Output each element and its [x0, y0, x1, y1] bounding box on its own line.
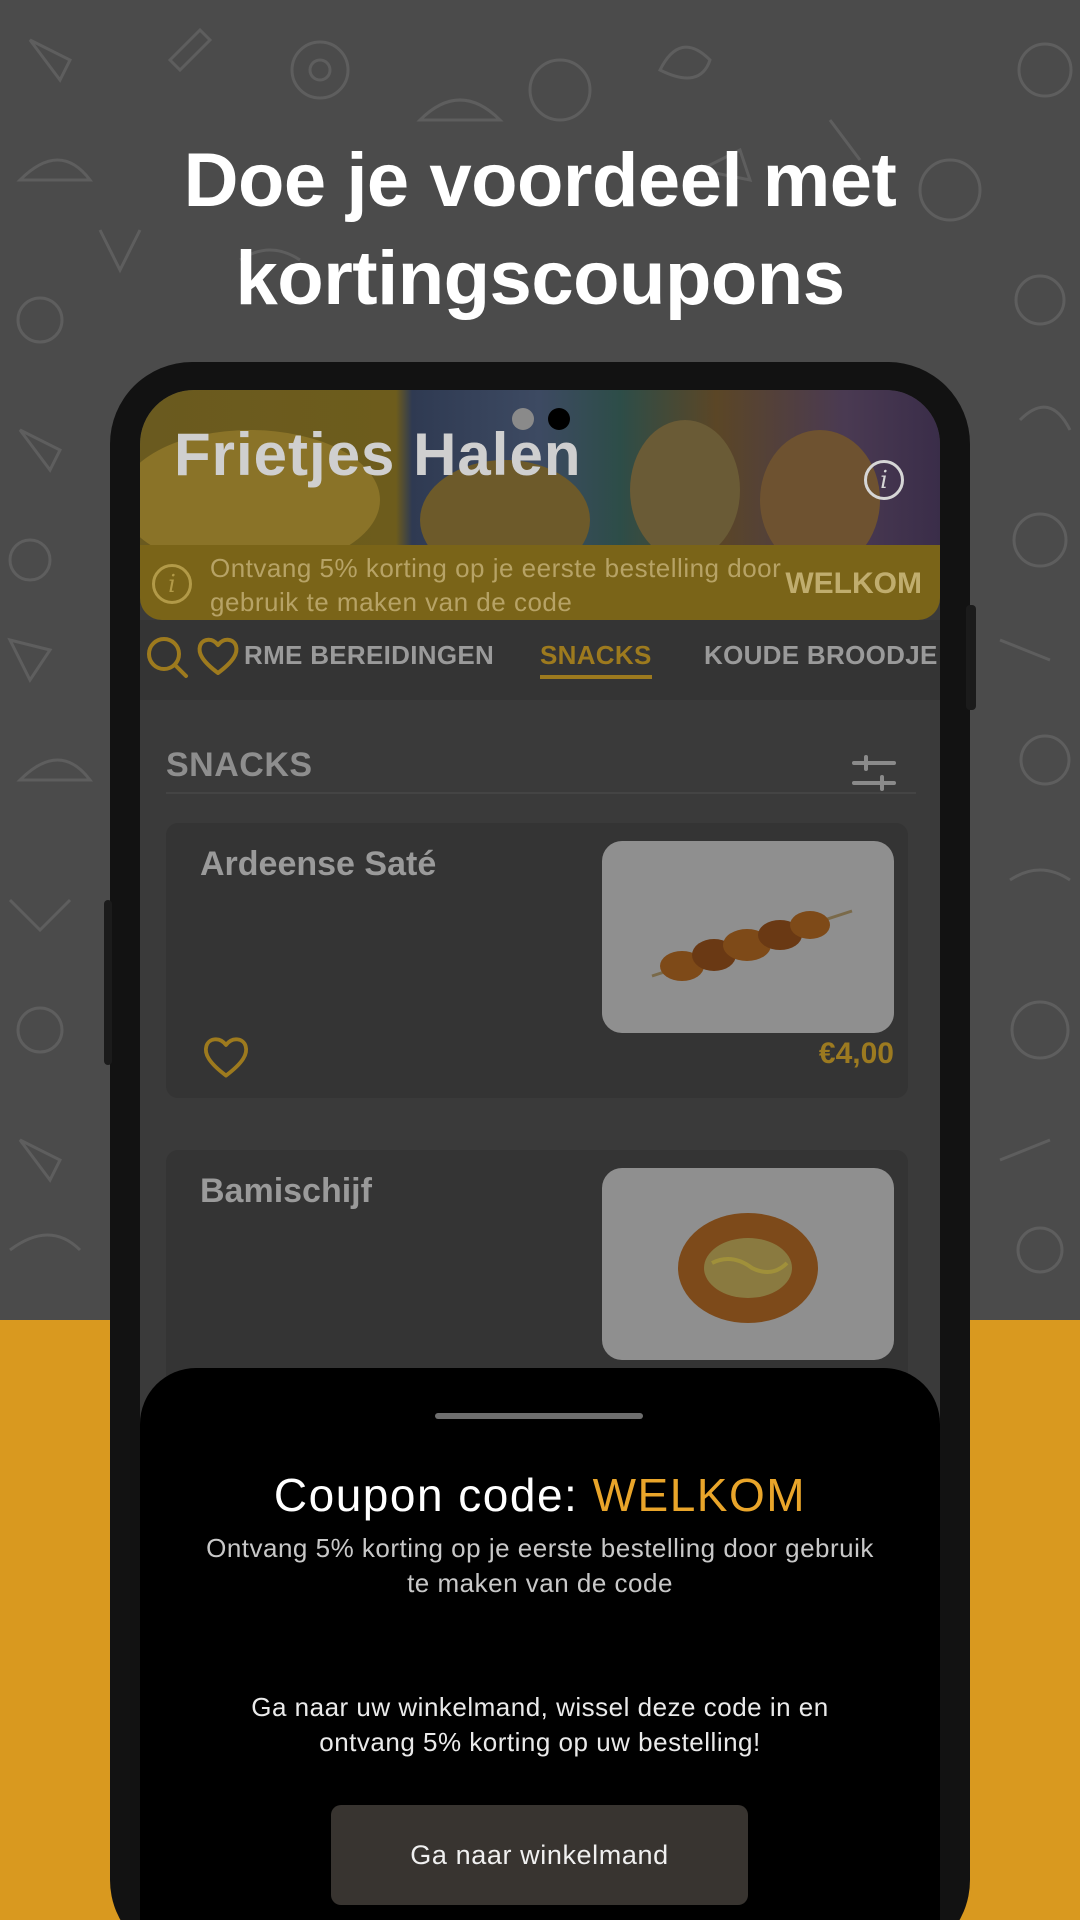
- product-image-bamischijf: [602, 1168, 894, 1360]
- phone-side-button: [966, 605, 976, 710]
- section-title: SNACKS: [166, 746, 313, 784]
- product-name: Bamischijf: [200, 1172, 372, 1210]
- headline-line-2: kortingscoupons: [235, 236, 845, 321]
- tab-warme-bereidingen[interactable]: RME BEREIDINGEN: [244, 640, 494, 671]
- product-name: Ardeense Saté: [200, 845, 437, 883]
- coupon-title-prefix: Coupon code:: [273, 1469, 593, 1521]
- info-icon: i: [152, 564, 192, 604]
- filter-sliders-icon[interactable]: [852, 755, 896, 791]
- restaurant-hero-banner: Frietjes Halen i: [140, 390, 940, 545]
- hero-food-image: [630, 420, 740, 545]
- headline-line-1: Doe je voordeel met: [183, 138, 897, 223]
- promo-text: Ontvang 5% korting op je eerste bestelli…: [210, 553, 782, 617]
- favorite-heart-icon[interactable]: [202, 1035, 250, 1079]
- product-image-sate: [602, 841, 894, 1033]
- sheet-drag-handle[interactable]: [435, 1413, 643, 1419]
- section-divider: [166, 792, 916, 794]
- favorites-heart-icon[interactable]: [196, 636, 240, 676]
- headline: Doe je voordeel met kortingscoupons: [0, 132, 1080, 328]
- search-icon[interactable]: [144, 634, 190, 680]
- hero-food-image: [760, 430, 880, 545]
- info-icon[interactable]: i: [864, 460, 904, 500]
- phone-volume-button: [104, 900, 112, 1065]
- coupon-instructions: Ga naar uw winkelmand, wissel deze code …: [251, 1692, 829, 1757]
- coupon-description: Ontvang 5% korting op je eerste bestelli…: [206, 1533, 874, 1598]
- promo-code: WELKOM: [785, 567, 922, 600]
- product-card[interactable]: Ardeense Saté €4,00: [166, 823, 908, 1098]
- product-price: €4,00: [818, 1037, 894, 1070]
- promo-banner[interactable]: i Ontvang 5% korting op je eerste bestel…: [140, 545, 940, 620]
- coupon-bottom-sheet: Coupon code: WELKOM Ontvang 5% korting o…: [140, 1368, 940, 1920]
- tab-snacks[interactable]: SNACKS: [540, 640, 652, 679]
- restaurant-name: Frietjes Halen: [174, 421, 582, 488]
- coupon-code: WELKOM: [592, 1469, 807, 1521]
- go-to-cart-button[interactable]: Ga naar winkelmand: [331, 1805, 748, 1905]
- coupon-title: Coupon code: WELKOM: [140, 1468, 940, 1522]
- tab-koude-broodjes[interactable]: KOUDE BROODJE: [704, 640, 938, 671]
